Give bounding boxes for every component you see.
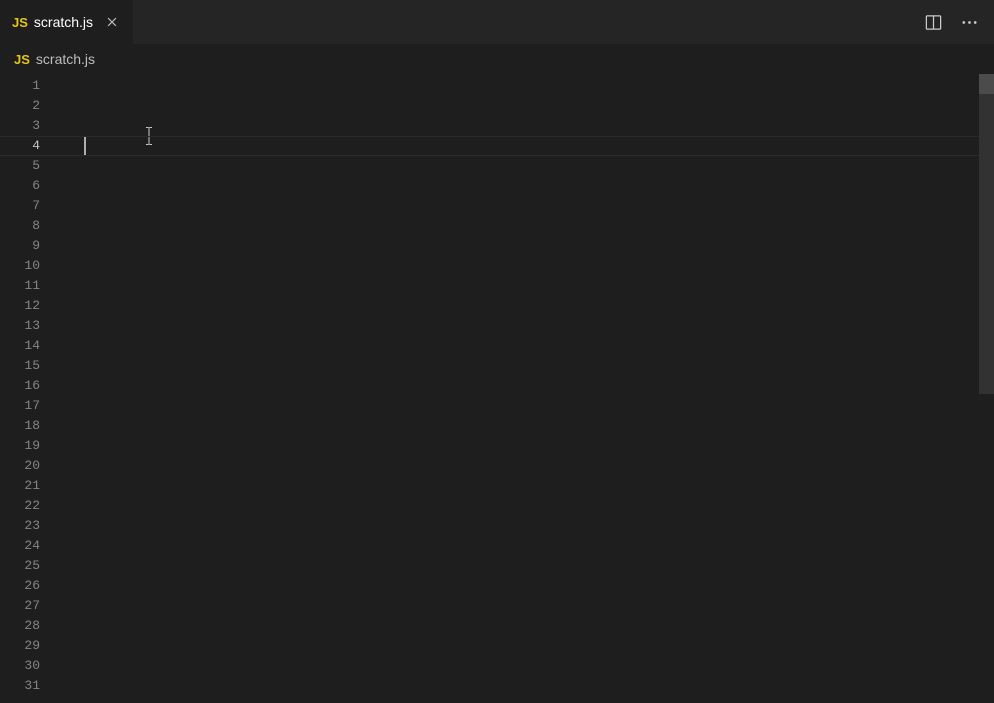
line-number[interactable]: 8 (0, 216, 66, 236)
line-number[interactable]: 2 (0, 96, 66, 116)
breadcrumb-filename: scratch.js (36, 51, 95, 67)
line-number[interactable]: 5 (0, 156, 66, 176)
code-line[interactable] (66, 456, 994, 476)
code-line[interactable] (66, 436, 994, 456)
line-number[interactable]: 23 (0, 516, 66, 536)
line-number[interactable]: 12 (0, 296, 66, 316)
code-line[interactable] (66, 416, 994, 436)
code-line[interactable] (66, 656, 994, 676)
code-line[interactable] (66, 636, 994, 656)
code-line[interactable] (66, 196, 994, 216)
line-number[interactable]: 31 (0, 676, 66, 696)
code-line[interactable] (66, 256, 994, 276)
line-number-gutter[interactable]: 1234567891011121314151617181920212223242… (0, 74, 66, 703)
line-number[interactable]: 30 (0, 656, 66, 676)
mouse-ibeam-cursor (144, 126, 154, 151)
code-line[interactable] (66, 336, 994, 356)
line-number[interactable]: 18 (0, 416, 66, 436)
line-number[interactable]: 17 (0, 396, 66, 416)
js-file-icon: JS (12, 15, 28, 30)
line-number[interactable]: 16 (0, 376, 66, 396)
code-line[interactable] (66, 356, 994, 376)
line-number[interactable]: 15 (0, 356, 66, 376)
code-line[interactable] (66, 596, 994, 616)
code-line[interactable] (66, 296, 994, 316)
line-number[interactable]: 26 (0, 576, 66, 596)
code-line[interactable] (66, 216, 994, 236)
code-line[interactable] (66, 76, 994, 96)
code-line[interactable] (66, 676, 994, 696)
line-number[interactable]: 3 (0, 116, 66, 136)
line-number[interactable]: 7 (0, 196, 66, 216)
code-line[interactable] (66, 276, 994, 296)
breadcrumb-bar[interactable]: JS scratch.js (0, 44, 994, 74)
ellipsis-icon (960, 13, 979, 32)
vertical-scrollbar[interactable] (979, 74, 994, 703)
scrollbar-thumb-top[interactable] (979, 74, 994, 94)
line-number[interactable]: 1 (0, 76, 66, 96)
line-number[interactable]: 9 (0, 236, 66, 256)
text-cursor-caret (84, 137, 86, 155)
code-text-area[interactable] (66, 74, 994, 703)
close-tab-button[interactable] (103, 13, 121, 31)
code-line[interactable] (66, 236, 994, 256)
code-line[interactable] (66, 156, 994, 176)
code-line[interactable] (66, 576, 994, 596)
code-line[interactable] (66, 316, 994, 336)
line-number[interactable]: 20 (0, 456, 66, 476)
js-file-icon: JS (14, 52, 30, 67)
line-number[interactable]: 29 (0, 636, 66, 656)
code-line[interactable] (66, 96, 994, 116)
code-line[interactable] (66, 556, 994, 576)
line-number[interactable]: 4 (0, 136, 66, 156)
editor-area: 1234567891011121314151617181920212223242… (0, 74, 994, 703)
file-tab[interactable]: JS scratch.js (0, 0, 133, 44)
line-number[interactable]: 14 (0, 336, 66, 356)
tab-bar-actions (922, 11, 994, 33)
close-icon (105, 15, 119, 29)
line-number[interactable]: 10 (0, 256, 66, 276)
line-number[interactable]: 13 (0, 316, 66, 336)
line-number[interactable]: 24 (0, 536, 66, 556)
code-line[interactable] (66, 376, 994, 396)
code-line[interactable] (66, 116, 994, 136)
line-number[interactable]: 6 (0, 176, 66, 196)
line-number[interactable]: 11 (0, 276, 66, 296)
tab-bar: JS scratch.js (0, 0, 994, 44)
code-line[interactable] (66, 496, 994, 516)
split-editor-button[interactable] (922, 11, 944, 33)
code-line[interactable] (66, 616, 994, 636)
scrollbar-track-section (979, 94, 994, 394)
line-number[interactable]: 28 (0, 616, 66, 636)
line-number[interactable]: 25 (0, 556, 66, 576)
code-line[interactable] (66, 396, 994, 416)
more-actions-button[interactable] (958, 11, 980, 33)
split-editor-icon (924, 13, 943, 32)
tab-filename: scratch.js (34, 14, 93, 30)
code-line[interactable] (66, 536, 994, 556)
line-number[interactable]: 27 (0, 596, 66, 616)
code-line[interactable] (66, 176, 994, 196)
line-number[interactable]: 21 (0, 476, 66, 496)
code-line[interactable] (66, 476, 994, 496)
code-line[interactable] (66, 136, 994, 156)
line-number[interactable]: 19 (0, 436, 66, 456)
code-line[interactable] (66, 516, 994, 536)
line-number[interactable]: 22 (0, 496, 66, 516)
